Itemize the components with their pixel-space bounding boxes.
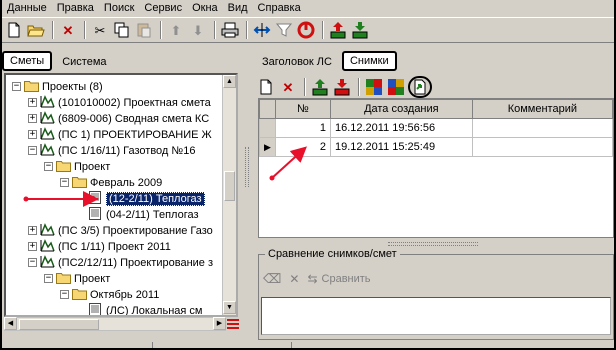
arrow-to-tree-item-icon xyxy=(23,191,99,207)
app-window: Данные Правка Поиск Сервис Окна Вид Спра… xyxy=(2,0,614,348)
arrow-to-snapshot-row-icon xyxy=(269,146,307,181)
annotation-arrows xyxy=(23,146,307,207)
